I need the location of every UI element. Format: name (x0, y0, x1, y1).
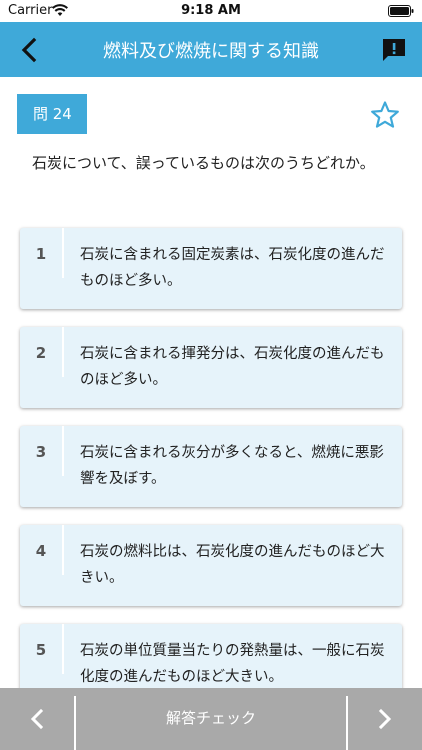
chevron-right-icon (378, 708, 392, 730)
choice-option-4[interactable]: 4 石炭の燃料比は、石炭化度の進んだものほど大きい。 (20, 525, 402, 606)
answer-check-button[interactable]: 解答チェック (76, 688, 346, 750)
navigation-bar: 燃料及び燃焼に関する知識 (0, 22, 422, 77)
choice-divider (62, 228, 64, 278)
question-text: 石炭について、誤っているものは次のうちどれか。 (32, 154, 375, 172)
choice-text: 石炭に含まれる灰分が多くなると、燃焼に悪影響を及ぼす。 (80, 445, 384, 487)
choice-option-1[interactable]: 1 石炭に含まれる固定炭素は、石炭化度の進んだものほど多い。 (20, 228, 402, 309)
choice-option-3[interactable]: 3 石炭に含まれる灰分が多くなると、燃焼に悪影響を及ぼす。 (20, 426, 402, 507)
choice-number: 3 (35, 443, 47, 461)
question-number-badge: 問 24 (17, 94, 87, 134)
feedback-icon[interactable] (380, 36, 408, 64)
choice-divider (62, 426, 64, 476)
choice-number: 4 (35, 542, 47, 560)
status-time: 9:18 AM (181, 3, 241, 18)
next-question-button[interactable] (348, 688, 422, 750)
star-outline-icon[interactable] (370, 100, 400, 130)
page-title: 燃料及び燃焼に関する知識 (103, 41, 319, 62)
choice-divider (62, 525, 64, 575)
previous-question-button[interactable] (0, 688, 74, 750)
choice-text: 石炭に含まれる固定炭素は、石炭化度の進んだものほど多い。 (80, 247, 385, 289)
status-bar: Carrier 9:18 AM (0, 0, 422, 22)
choice-number: 1 (35, 245, 47, 263)
choice-number: 2 (35, 344, 47, 362)
battery-icon (388, 5, 414, 17)
choice-text: 石炭の単位質量当たりの発熱量は、一般に石炭化度の進んだものほど大きい。 (80, 643, 385, 685)
choice-text: 石炭の燃料比は、石炭化度の進んだものほど大きい。 (80, 544, 385, 586)
chevron-left-icon (30, 708, 44, 730)
choice-divider (62, 624, 64, 674)
choice-text: 石炭に含まれる揮発分は、石炭化度の進んだものほど多い。 (80, 346, 385, 388)
choice-option-2[interactable]: 2 石炭に含まれる揮発分は、石炭化度の進んだものほど多い。 (20, 327, 402, 408)
choice-divider (62, 327, 64, 377)
choice-list: 1 石炭に含まれる固定炭素は、石炭化度の進んだものほど多い。 2 石炭に含まれる… (20, 228, 402, 723)
bottom-toolbar: 解答チェック (0, 688, 422, 750)
